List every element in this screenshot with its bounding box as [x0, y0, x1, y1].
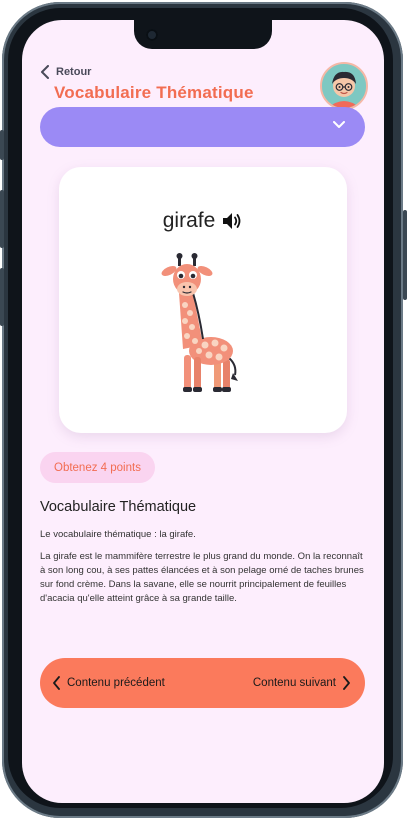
topic-dropdown[interactable] — [40, 107, 365, 147]
page-title: Vocabulaire Thématique — [54, 83, 254, 102]
speaker-icon[interactable] — [221, 211, 243, 231]
avatar[interactable] — [320, 62, 368, 110]
previous-content-button[interactable]: Contenu précédent — [52, 658, 165, 708]
previous-content-label: Contenu précédent — [67, 677, 165, 689]
phone-side-button — [0, 268, 4, 326]
content-navigation-bar: Contenu précédent Contenu suivant — [40, 658, 365, 708]
word-row: girafe — [59, 209, 347, 233]
phone-side-button — [403, 210, 407, 300]
chevron-right-icon — [343, 676, 350, 690]
intro-text: Le vocabulaire thématique : la girafe. — [40, 529, 196, 540]
app-screen: Retour Vocabulaire Thématique girafe Obt… — [22, 20, 384, 803]
description-paragraph: La girafe est le mammifère terrestre le … — [40, 551, 364, 604]
section-title: Vocabulaire Thématique — [40, 499, 197, 515]
phone-side-button — [0, 190, 4, 248]
next-content-button[interactable]: Contenu suivant — [253, 658, 351, 708]
chevron-down-icon — [333, 121, 345, 128]
vocabulary-word: girafe — [162, 209, 216, 232]
camera-icon — [146, 29, 158, 41]
chevron-left-icon — [41, 65, 49, 79]
points-badge: Obtenez 4 points — [40, 452, 155, 483]
next-content-label: Contenu suivant — [252, 677, 336, 689]
giraffe-illustration — [161, 253, 238, 392]
back-label: Retour — [56, 66, 92, 78]
back-button[interactable]: Retour — [40, 65, 91, 79]
chevron-left-icon — [53, 676, 60, 690]
vocabulary-card: girafe — [59, 167, 347, 433]
phone-side-button — [0, 130, 4, 160]
avatar-illustration — [322, 64, 366, 108]
